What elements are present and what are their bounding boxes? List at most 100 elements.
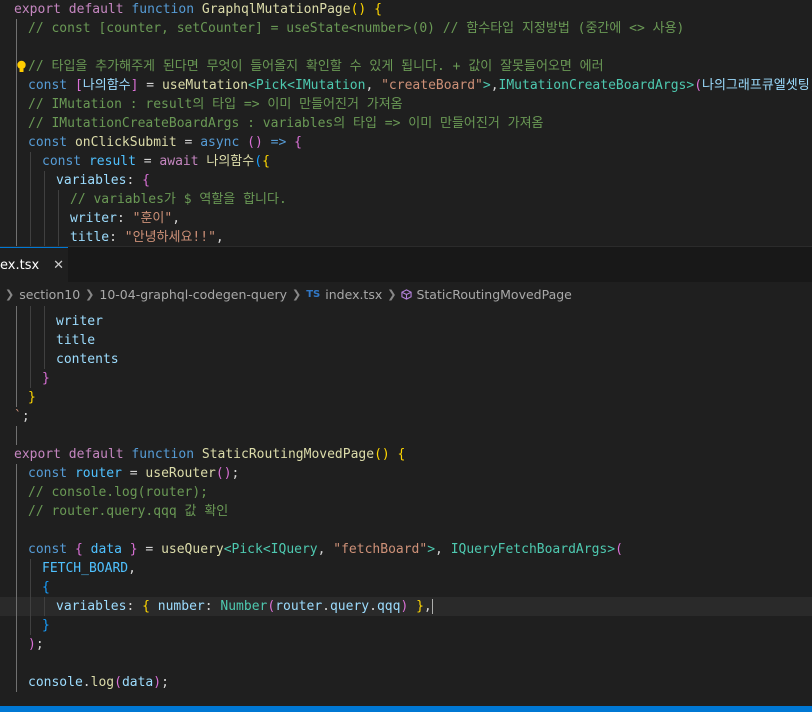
code-line[interactable]: console.log(data);: [0, 673, 812, 692]
indent-guide: [16, 388, 17, 407]
code-line[interactable]: {: [0, 578, 812, 597]
code-token: ,: [365, 78, 382, 93]
code-line[interactable]: writer: "훈이",: [0, 209, 812, 228]
code-token: GraphqlMutationPage: [201, 2, 351, 17]
code-token: result: [88, 154, 136, 169]
top-editor-pane[interactable]: export default function GraphqlMutationP…: [0, 0, 812, 246]
code-token: await: [159, 154, 199, 169]
code-text: // variables가 $ 역할을 합니다.: [70, 190, 287, 209]
code-line[interactable]: title: "안녕하세요!!",: [0, 228, 812, 246]
breadcrumb-item-section10[interactable]: section10: [19, 287, 80, 302]
code-token: "안녕하세요!!": [124, 230, 216, 245]
code-token: // 타입을 추가해주게 된다면 무엇이 들어올지 확인할 수 있게 됩니다. …: [28, 59, 604, 74]
code-token: 나의함수: [206, 154, 255, 169]
code-token: useMutation: [161, 78, 249, 93]
code-line[interactable]: const result = await 나의함수({: [0, 152, 812, 171]
close-icon[interactable]: ✕: [53, 258, 64, 273]
code-line[interactable]: const onClickSubmit = async () => {: [0, 133, 812, 152]
code-token: console: [28, 675, 83, 690]
code-line[interactable]: const { data } = useQuery<Pick<IQuery, "…: [0, 540, 812, 559]
code-line[interactable]: // const [counter, setCounter] = useStat…: [0, 19, 812, 38]
code-token: {: [262, 154, 270, 169]
indent-guide: [30, 597, 31, 616]
code-line[interactable]: `;: [0, 407, 812, 426]
code-token: =>: [270, 135, 287, 150]
code-line[interactable]: // IMutationCreateBoardArgs : variables의…: [0, 114, 812, 133]
code-token: =: [176, 135, 201, 150]
code-token: title: [56, 333, 96, 348]
code-token: default: [68, 447, 124, 462]
code-line[interactable]: FETCH_BOARD,: [0, 559, 812, 578]
indent-guide: [30, 171, 31, 190]
code-line[interactable]: // IMutation : result의 타입 => 이미 만들어진거 가져…: [0, 95, 812, 114]
indent-guide: [16, 464, 17, 483]
indent-guide: [16, 209, 17, 228]
code-token: // variables가 $ 역할을 합니다.: [70, 192, 287, 207]
code-token: >: [686, 78, 695, 93]
indent-guide: [16, 133, 17, 152]
chevron-right-icon: ❯: [5, 287, 15, 301]
indent-guide: [30, 331, 31, 350]
code-line[interactable]: variables: {: [0, 171, 812, 190]
breadcrumb-item-folder[interactable]: 10-04-graphql-codegen-query: [99, 287, 287, 302]
code-token: :: [126, 173, 143, 188]
code-token: }: [42, 371, 50, 386]
indent-guide: [16, 502, 17, 521]
code-line[interactable]: variables: { number: Number(router.query…: [0, 597, 812, 616]
code-token: log: [90, 675, 115, 690]
code-text: const result = await 나의함수({: [42, 152, 270, 171]
code-line[interactable]: // console.log(router);: [0, 483, 812, 502]
code-line[interactable]: title: [0, 331, 812, 350]
code-line[interactable]: contents: [0, 350, 812, 369]
code-line[interactable]: }: [0, 369, 812, 388]
tab-index-tsx[interactable]: ex.tsx ✕: [0, 247, 68, 283]
indent-guide: [30, 190, 31, 209]
code-text: contents: [56, 350, 119, 369]
code-text: const { data } = useQuery<Pick<IQuery, "…: [28, 540, 623, 559]
indent-guide: [30, 228, 31, 246]
code-text: const onClickSubmit = async () => {: [28, 133, 302, 152]
typescript-file-icon: TS: [306, 288, 321, 300]
code-line[interactable]: writer: [0, 312, 812, 331]
code-line[interactable]: }: [0, 616, 812, 635]
indent-guide: [16, 312, 17, 331]
code-line[interactable]: [0, 426, 812, 445]
code-token: contents: [56, 352, 119, 367]
code-line[interactable]: [0, 521, 812, 540]
text-cursor: [431, 599, 433, 614]
code-line[interactable]: const router = useRouter();: [0, 464, 812, 483]
code-token: useRouter: [145, 466, 216, 481]
breadcrumb-item-symbol[interactable]: StaticRoutingMovedPage: [416, 287, 571, 302]
code-text: }: [42, 369, 50, 388]
code-token: {: [374, 2, 382, 17]
code-token: default: [68, 2, 124, 17]
code-token: {: [42, 580, 50, 595]
code-line[interactable]: // 타입을 추가해주게 된다면 무엇이 들어올지 확인할 수 있게 됩니다. …: [0, 57, 812, 76]
code-token: ,: [215, 230, 224, 245]
code-token: query: [329, 599, 370, 614]
lightbulb-icon[interactable]: [16, 60, 27, 74]
code-text: const router = useRouter();: [28, 464, 239, 483]
code-line[interactable]: export default function StaticRoutingMov…: [0, 445, 812, 464]
breadcrumb-item-file[interactable]: index.tsx: [325, 287, 382, 302]
code-line[interactable]: // variables가 $ 역할을 합니다.: [0, 190, 812, 209]
bottom-editor-pane[interactable]: number writer title contents}} `; export defa…: [0, 306, 812, 706]
indent-guide: [16, 114, 17, 133]
code-token: 나의그래프큐엘셋팅: [702, 78, 810, 93]
code-text: export default function GraphqlMutationP…: [14, 0, 382, 19]
code-token: title: [70, 230, 110, 245]
code-token: :: [109, 230, 125, 245]
code-line[interactable]: export default function GraphqlMutationP…: [0, 0, 812, 19]
code-line[interactable]: const [나의함수] = useMutation<Pick<IMutatio…: [0, 76, 812, 95]
code-line[interactable]: [0, 38, 812, 57]
code-line[interactable]: );: [0, 635, 812, 654]
code-token: data: [90, 542, 122, 557]
indent-guide: [58, 190, 59, 209]
code-line[interactable]: }: [0, 388, 812, 407]
code-token: =: [137, 542, 162, 557]
code-line[interactable]: // router.query.qqq 값 확인: [0, 502, 812, 521]
code-line[interactable]: [0, 654, 812, 673]
